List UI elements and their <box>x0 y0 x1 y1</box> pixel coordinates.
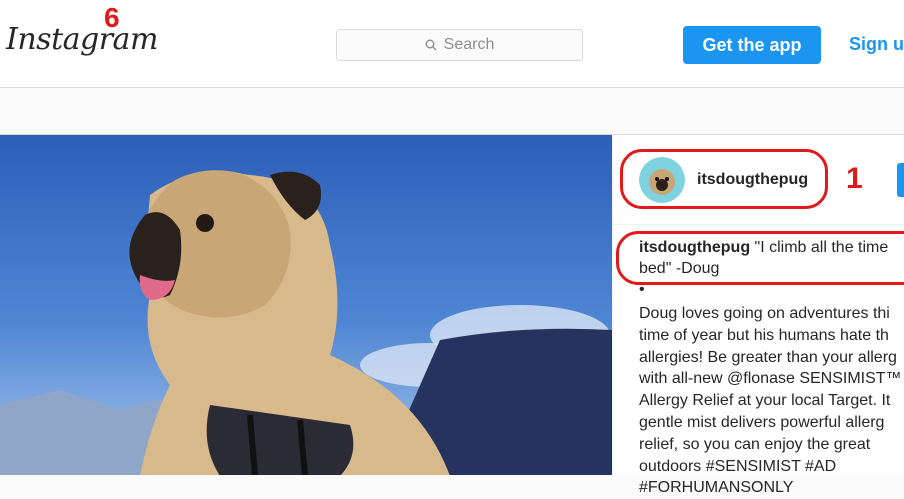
top-navigation-bar: Instagram 6 Search Get the app Sign u <box>0 0 904 88</box>
page-spacer <box>0 88 904 134</box>
instagram-logo[interactable]: Instagram <box>6 22 158 57</box>
annotation-label-6: 6 <box>104 2 120 33</box>
sign-up-link[interactable]: Sign u <box>849 34 904 55</box>
post-sidebar: itsdougthepug 1 itsdougthepug "I climb a… <box>612 134 904 496</box>
follow-button[interactable] <box>897 163 904 197</box>
annotation-label-1: 1 <box>846 162 863 195</box>
annotation-highlight-caption <box>616 231 904 285</box>
get-the-app-button[interactable]: Get the app <box>683 26 821 64</box>
annotation-highlight-username <box>620 149 828 209</box>
post-header: itsdougthepug 1 <box>613 135 904 225</box>
caption-bullet: • <box>639 281 645 298</box>
post-image[interactable] <box>0 134 612 475</box>
caption-body: Doug loves going on adventures thi time … <box>639 305 902 497</box>
search-input[interactable]: Search <box>336 29 583 61</box>
search-icon <box>425 39 437 51</box>
pug-photo-illustration <box>0 135 612 475</box>
search-placeholder: Search <box>443 36 495 53</box>
